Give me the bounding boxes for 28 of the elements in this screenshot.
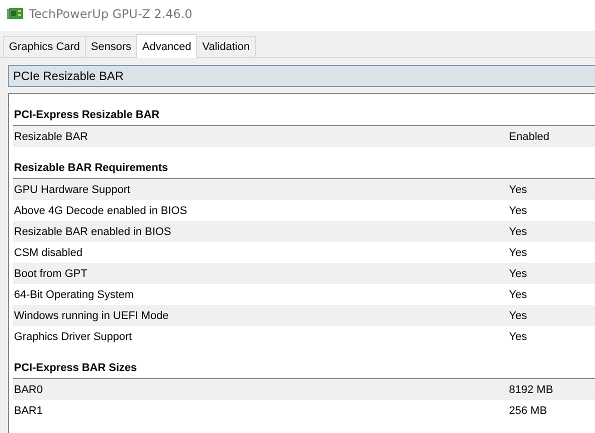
row-value: Yes bbox=[509, 268, 527, 280]
row-value: Enabled bbox=[509, 130, 550, 142]
tab[interactable]: Advanced bbox=[136, 34, 198, 58]
row-label: Resizable BAR enabled in BIOS bbox=[14, 226, 172, 238]
row-label: CSM disabled bbox=[14, 246, 84, 258]
row-value: Yes bbox=[509, 288, 527, 300]
tab[interactable]: Graphics Card bbox=[3, 36, 86, 57]
row-label: Above 4G Decode enabled in BIOS bbox=[14, 204, 188, 216]
graphics-card-icon bbox=[7, 8, 23, 20]
row-value: 8192 MB bbox=[509, 384, 554, 396]
row-label: Boot from GPT bbox=[14, 268, 88, 280]
row-value: Yes bbox=[509, 204, 527, 216]
section-dropdown[interactable]: PCIe Resizable BAR bbox=[8, 65, 595, 87]
row-label: Graphics Driver Support bbox=[14, 330, 133, 342]
row-value: Yes bbox=[509, 246, 527, 258]
row-label: Resizable BAR bbox=[14, 130, 89, 142]
row-label: GPU Hardware Support bbox=[14, 184, 132, 196]
window-title: TechPowerUp GPU-Z 2.46.0 bbox=[29, 7, 192, 21]
row-value: Yes bbox=[509, 184, 527, 196]
row-value: Yes bbox=[509, 310, 527, 322]
row-label: Windows running in UEFI Mode bbox=[14, 310, 170, 322]
row-label: 64-Bit Operating System bbox=[14, 288, 135, 300]
row-label: BAR0 bbox=[14, 384, 44, 396]
row-label: BAR1 bbox=[14, 404, 44, 416]
row-value: Yes bbox=[509, 226, 527, 238]
tab[interactable]: Validation bbox=[196, 36, 256, 57]
row-value: Yes bbox=[509, 330, 527, 342]
row-value: 256 MB bbox=[509, 404, 547, 416]
